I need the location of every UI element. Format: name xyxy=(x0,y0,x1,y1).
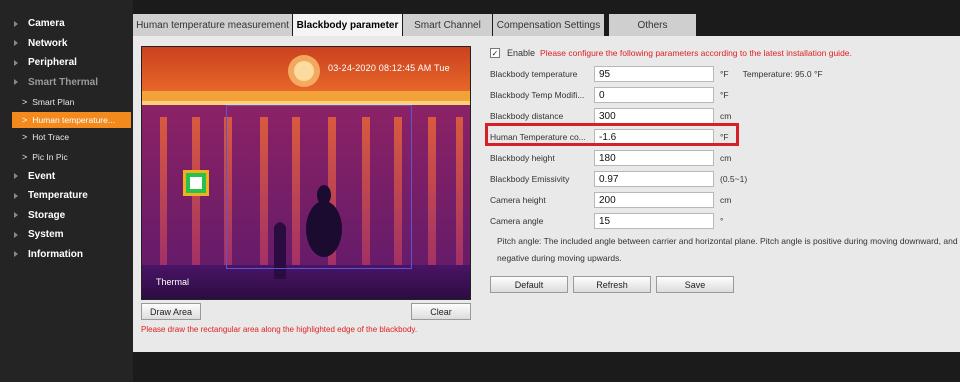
chevron-right-icon: > xyxy=(22,132,28,143)
field-label: Blackbody height xyxy=(490,153,555,163)
draw-area-button[interactable]: Draw Area xyxy=(141,303,201,320)
field-row-blackbody-temperature: Blackbody temperature 95 °F Temperature:… xyxy=(490,66,823,82)
caret-right-icon xyxy=(14,40,18,47)
sidebar-item-event[interactable]: Event xyxy=(0,167,133,187)
sidebar-item-network[interactable]: Network xyxy=(0,34,133,54)
save-button[interactable]: Save xyxy=(656,276,734,293)
blackbody-temperature-input[interactable]: 95 xyxy=(594,66,714,82)
caret-right-icon xyxy=(14,59,18,66)
field-unit: °F xyxy=(720,69,729,79)
tab-others[interactable]: Others xyxy=(609,14,697,36)
tab-smart-channel[interactable]: Smart Channel xyxy=(403,14,493,36)
sidebar-item-label: Event xyxy=(28,170,56,182)
temperature-readout: Temperature: 95.0 °F xyxy=(742,69,823,79)
sidebar-item-camera[interactable]: Camera xyxy=(0,14,133,34)
main-panel: Human temperature measurement Blackbody … xyxy=(133,14,960,352)
sidebar-item-label: System xyxy=(28,229,64,241)
sidebar-item-system[interactable]: System xyxy=(0,225,133,245)
sidebar-subitem-hot-trace[interactable]: > Hot Trace xyxy=(0,128,133,148)
sidebar-item-label: Pic In Pic xyxy=(32,151,68,162)
tab-bar: Human temperature measurement Blackbody … xyxy=(133,14,960,36)
sidebar-item-label: Human temperature... xyxy=(32,114,115,125)
caret-right-icon xyxy=(14,231,18,238)
tab-blackbody-parameter[interactable]: Blackbody parameter xyxy=(293,14,403,36)
caret-right-icon xyxy=(14,212,18,219)
caret-right-icon xyxy=(14,173,18,180)
sidebar-item-label: Storage xyxy=(28,209,66,221)
field-row-camera-angle: Camera angle 15 ° xyxy=(490,213,723,229)
sidebar-item-peripheral[interactable]: Peripheral xyxy=(0,53,133,73)
caret-right-icon xyxy=(14,20,18,27)
field-row-camera-height: Camera height 200 cm xyxy=(490,192,731,208)
sidebar-item-label: Camera xyxy=(28,18,65,30)
camera-angle-input[interactable]: 15 xyxy=(594,213,714,229)
field-unit: (0.5~1) xyxy=(720,174,748,184)
thermal-preview[interactable]: 03-24-2020 08:12:45 AM Tue Thermal xyxy=(141,46,471,300)
field-row-blackbody-distance: Blackbody distance 300 cm xyxy=(490,108,731,124)
enable-row: ✓ Enable Please configure the following … xyxy=(490,48,852,58)
blackbody-marker xyxy=(186,173,206,193)
sidebar-item-smart-thermal[interactable]: Smart Thermal xyxy=(0,73,133,93)
sidebar-item-label: Network xyxy=(28,37,68,49)
tab-human-temperature-measurement[interactable]: Human temperature measurement xyxy=(133,14,293,36)
sidebar-item-label: Hot Trace xyxy=(32,132,70,143)
refresh-button[interactable]: Refresh xyxy=(573,276,651,293)
camera-height-input[interactable]: 200 xyxy=(594,192,714,208)
enable-checkbox[interactable]: ✓ xyxy=(490,48,500,58)
sidebar-item-information[interactable]: Information xyxy=(0,245,133,265)
field-label: Blackbody Emissivity xyxy=(490,174,570,184)
field-unit: cm xyxy=(720,111,732,121)
blackbody-height-input[interactable]: 180 xyxy=(594,150,714,166)
channel-label: Thermal xyxy=(156,277,190,287)
field-unit: cm xyxy=(720,195,732,205)
default-button[interactable]: Default xyxy=(490,276,568,293)
sidebar-subitem-pic-in-pic[interactable]: > Pic In Pic xyxy=(0,147,133,167)
field-unit: °F xyxy=(720,90,729,100)
blackbody-emissivity-input[interactable]: 0.97 xyxy=(594,171,714,187)
field-label: Blackbody distance xyxy=(490,111,564,121)
field-unit: ° xyxy=(720,216,724,226)
sidebar-item-label: Information xyxy=(28,248,83,260)
preview-timestamp: 03-24-2020 08:12:45 AM Tue xyxy=(328,63,450,73)
tab-compensation-settings[interactable]: Compensation Settings xyxy=(493,14,605,36)
caret-right-icon xyxy=(14,192,18,199)
sidebar-item-label: Smart Thermal xyxy=(28,76,99,88)
field-unit: cm xyxy=(720,153,732,163)
blackbody-temp-modify-input[interactable]: 0 xyxy=(594,87,714,103)
field-label: Camera angle xyxy=(490,216,544,226)
field-row-blackbody-height: Blackbody height 180 cm xyxy=(490,150,731,166)
install-guide-note: Please configure the following parameter… xyxy=(540,48,852,58)
caret-right-icon xyxy=(14,251,18,258)
enable-label: Enable xyxy=(507,48,536,58)
sidebar-subitem-human-temperature[interactable]: > Human temperature... xyxy=(12,111,131,128)
field-label: Blackbody temperature xyxy=(490,69,578,79)
highlight-box xyxy=(485,123,739,146)
sidebar-item-storage[interactable]: Storage xyxy=(0,206,133,226)
sidebar-item-temperature[interactable]: Temperature xyxy=(0,186,133,206)
blackbody-distance-input[interactable]: 300 xyxy=(594,108,714,124)
sidebar-subitem-smart-plan[interactable]: > Smart Plan xyxy=(0,92,133,112)
clear-button[interactable]: Clear xyxy=(411,303,471,320)
sidebar-item-label: Smart Plan xyxy=(32,96,75,107)
caret-right-icon xyxy=(14,79,18,86)
chevron-right-icon: > xyxy=(22,151,28,162)
pitch-angle-note: Pitch angle: The included angle between … xyxy=(497,236,958,263)
field-row-blackbody-emissivity: Blackbody Emissivity 0.97 (0.5~1) xyxy=(490,171,747,187)
field-row-blackbody-temp-modify: Blackbody Temp Modifi... 0 °F xyxy=(490,87,729,103)
field-label: Camera height xyxy=(490,195,546,205)
sidebar-item-label: Temperature xyxy=(28,190,88,202)
draw-hint-text: Please draw the rectangular area along t… xyxy=(141,325,418,334)
field-label: Blackbody Temp Modifi... xyxy=(490,90,585,100)
chevron-right-icon: > xyxy=(22,96,28,107)
chevron-right-icon: > xyxy=(22,114,28,125)
detection-region xyxy=(226,105,412,269)
sidebar: Camera Network Peripheral Smart Thermal … xyxy=(0,0,133,382)
sidebar-item-label: Peripheral xyxy=(28,57,77,69)
